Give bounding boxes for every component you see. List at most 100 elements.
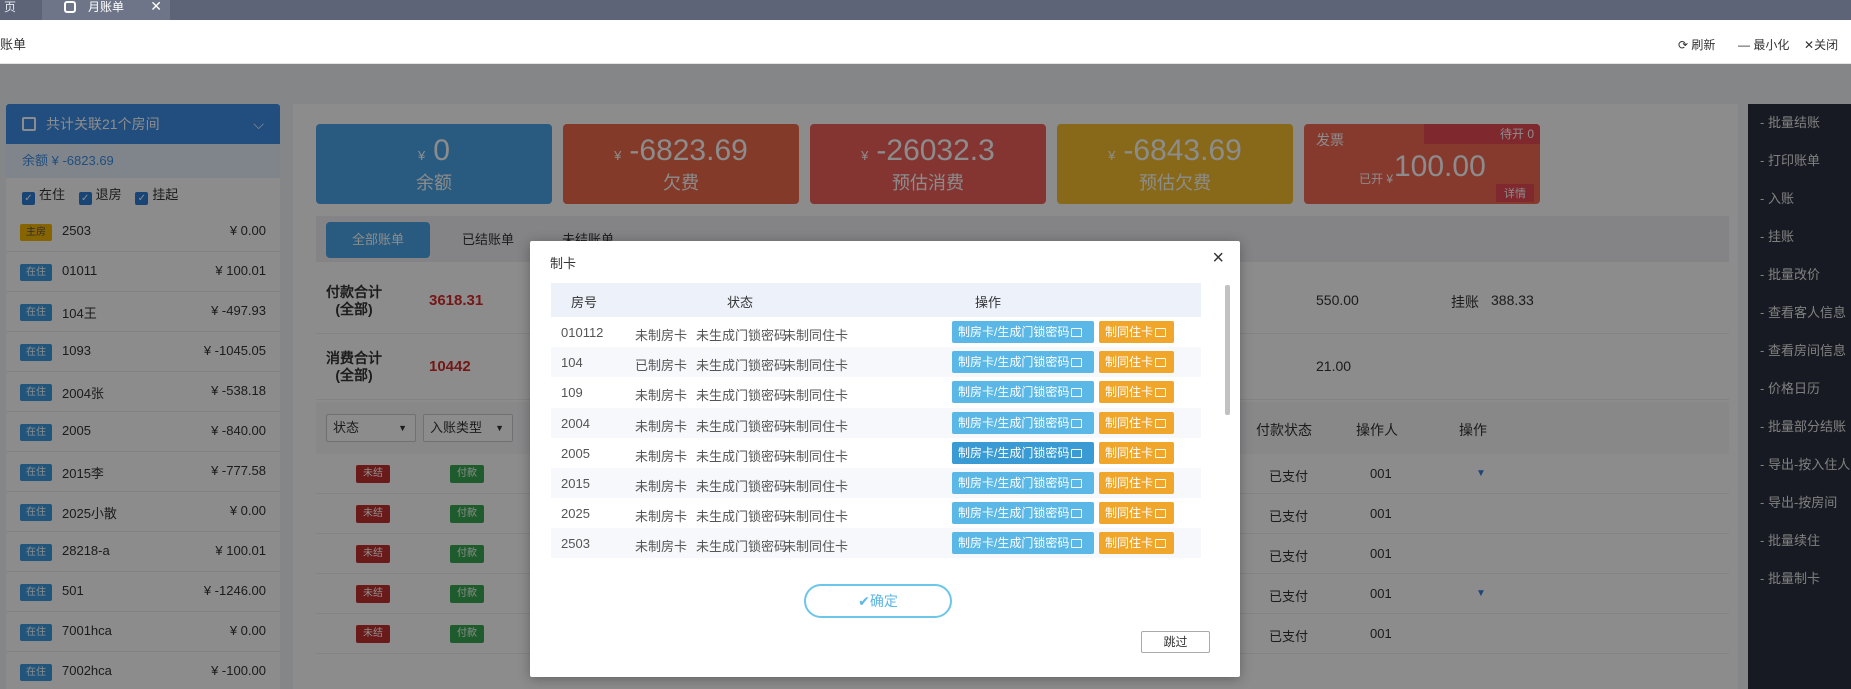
confirm-label: 确定	[869, 593, 898, 609]
same-card-status: 未制同住卡	[783, 509, 849, 525]
make-room-card-label: 制房卡/生成门锁密码	[958, 355, 1070, 370]
make-cohabitant-card-button[interactable]: 制同住卡	[1099, 532, 1174, 555]
tab-home[interactable]: 页	[0, 0, 20, 20]
room-card-status: 已制房卡	[635, 358, 688, 374]
make-room-card-button[interactable]: 制房卡/生成门锁密码	[952, 321, 1094, 343]
make-card-dialog: 制卡 × 房号 状态 操作 010112 未制房卡 未生成门锁密码 未制同住卡 制房卡/…	[530, 241, 1240, 677]
same-card-status: 未制同住卡	[783, 358, 849, 374]
card-table-row: 2503 未制房卡 未生成门锁密码 未制同住卡 制房卡/生成门锁密码 制同住卡	[551, 528, 1201, 559]
lock-password-status: 未生成门锁密码	[696, 479, 788, 494]
card-icon	[1155, 328, 1167, 337]
bill-icon	[64, 1, 76, 13]
lock-password-status: 未生成门锁密码	[696, 358, 788, 374]
scrollbar-thumb[interactable]	[1225, 285, 1230, 415]
make-room-card-button[interactable]: 制房卡/生成门锁密码	[952, 411, 1094, 434]
refresh-button[interactable]: ⟳ 刷新	[1678, 36, 1715, 53]
col-room: 房号	[571, 295, 598, 310]
make-room-card-label: 制房卡/生成门锁密码	[958, 536, 1070, 551]
make-cohabitant-card-label: 制同住卡	[1105, 415, 1154, 430]
room-card-status: 未制房卡	[635, 418, 688, 434]
refresh-icon: ⟳	[1678, 38, 1692, 52]
make-cohabitant-card-label: 制同住卡	[1105, 476, 1154, 490]
same-card-status: 未制同住卡	[783, 479, 849, 494]
minimize-label: 最小化	[1753, 38, 1790, 52]
card-icon	[1071, 418, 1083, 428]
make-cohabitant-card-label: 制同住卡	[1105, 536, 1154, 551]
same-card-status: 未制同住卡	[783, 328, 849, 343]
close-icon: ✕	[1804, 38, 1815, 52]
make-room-card-label: 制房卡/生成门锁密码	[958, 415, 1070, 430]
room-card-status: 未制房卡	[635, 448, 688, 464]
lock-password-status: 未生成门锁密码	[696, 388, 788, 404]
check-icon: ✔	[858, 593, 870, 609]
make-room-card-label: 制房卡/生成门锁密码	[958, 385, 1070, 400]
room-card-status: 未制房卡	[635, 539, 688, 555]
lock-password-status: 未生成门锁密码	[696, 448, 788, 464]
make-room-card-label: 制房卡/生成门锁密码	[958, 445, 1070, 460]
make-cohabitant-card-button[interactable]: 制同住卡	[1099, 381, 1174, 404]
make-cohabitant-card-button[interactable]: 制同住卡	[1099, 351, 1174, 374]
make-cohabitant-card-button[interactable]: 制同住卡	[1099, 321, 1174, 343]
dialog-close-icon[interactable]: ×	[1212, 247, 1224, 270]
card-table-row: 010112 未制房卡 未生成门锁密码 未制同住卡 制房卡/生成门锁密码 制同住卡	[551, 317, 1201, 347]
close-label: 关闭	[1814, 38, 1839, 52]
make-room-card-label: 制房卡/生成门锁密码	[958, 476, 1070, 490]
room-card-status: 未制房卡	[635, 479, 688, 494]
tab-monthly-bill[interactable]: 月账单 ✕	[42, 0, 170, 20]
card-icon	[1155, 479, 1167, 488]
make-room-card-button[interactable]: 制房卡/生成门锁密码	[952, 351, 1094, 374]
col-action: 操作	[975, 295, 1002, 310]
window-title-bar: 账单 ⟳ 刷新 — 最小化 ✕关闭	[0, 20, 1851, 64]
room-number: 104	[561, 355, 583, 371]
same-card-status: 未制同住卡	[783, 448, 849, 464]
top-tab-bar: 页 月账单 ✕	[0, 0, 1851, 20]
room-card-status: 未制房卡	[635, 388, 688, 404]
room-number: 010112	[561, 325, 604, 340]
lock-password-status: 未生成门锁密码	[696, 539, 788, 555]
same-card-status: 未制同住卡	[783, 388, 849, 404]
room-number: 2025	[561, 506, 590, 522]
dialog-scrollbar[interactable]	[1223, 283, 1231, 584]
room-number: 2004	[561, 415, 590, 431]
card-icon	[1071, 539, 1083, 549]
make-room-card-button[interactable]: 制房卡/生成门锁密码	[952, 502, 1094, 525]
room-card-status: 未制房卡	[635, 509, 688, 525]
make-cohabitant-card-label: 制同住卡	[1105, 355, 1154, 370]
card-table-row: 2004 未制房卡 未生成门锁密码 未制同住卡 制房卡/生成门锁密码 制同住卡	[551, 407, 1201, 438]
refresh-label: 刷新	[1691, 38, 1716, 52]
card-icon	[1071, 509, 1083, 519]
card-icon	[1155, 539, 1167, 549]
make-room-card-button[interactable]: 制房卡/生成门锁密码	[952, 441, 1094, 464]
card-table-row: 2015 未制房卡 未生成门锁密码 未制同住卡 制房卡/生成门锁密码 制同住卡	[551, 468, 1201, 498]
tab-label: 月账单	[88, 0, 125, 14]
make-cohabitant-card-button[interactable]: 制同住卡	[1099, 472, 1174, 494]
make-room-card-button[interactable]: 制房卡/生成门锁密码	[952, 381, 1094, 404]
make-room-card-button[interactable]: 制房卡/生成门锁密码	[952, 472, 1094, 494]
make-cohabitant-card-label: 制同住卡	[1105, 445, 1154, 460]
card-table-row: 2005 未制房卡 未生成门锁密码 未制同住卡 制房卡/生成门锁密码 制同住卡	[551, 438, 1201, 468]
col-status: 状态	[727, 295, 754, 310]
make-cohabitant-card-button[interactable]: 制同住卡	[1099, 441, 1174, 464]
same-card-status: 未制同住卡	[783, 539, 849, 555]
card-table: 房号 状态 操作 010112 未制房卡 未生成门锁密码 未制同住卡 制房卡/生成门锁密…	[551, 283, 1201, 584]
confirm-button[interactable]: ✔确定	[804, 584, 952, 618]
card-table-header: 房号 状态 操作	[551, 283, 1201, 317]
card-icon	[1071, 358, 1083, 368]
room-card-status: 未制房卡	[635, 328, 688, 343]
card-table-row: 104 已制房卡 未生成门锁密码 未制同住卡 制房卡/生成门锁密码 制同住卡	[551, 347, 1201, 378]
dialog-title: 制卡	[550, 256, 577, 271]
minimize-button[interactable]: — 最小化	[1738, 36, 1789, 53]
make-cohabitant-card-button[interactable]: 制同住卡	[1099, 502, 1174, 525]
lock-password-status: 未生成门锁密码	[696, 328, 788, 343]
tab-close-icon[interactable]: ✕	[150, 0, 162, 13]
lock-password-status: 未生成门锁密码	[696, 509, 788, 525]
card-icon	[1155, 358, 1167, 368]
close-button[interactable]: ✕关闭	[1804, 36, 1838, 53]
same-card-status: 未制同住卡	[783, 418, 849, 434]
room-number: 109	[561, 385, 583, 401]
make-cohabitant-card-button[interactable]: 制同住卡	[1099, 411, 1174, 434]
skip-button[interactable]: 跳过	[1141, 631, 1210, 653]
make-room-card-label: 制房卡/生成门锁密码	[958, 506, 1070, 521]
make-room-card-button[interactable]: 制房卡/生成门锁密码	[952, 532, 1094, 555]
card-table-row: 2025 未制房卡 未生成门锁密码 未制同住卡 制房卡/生成门锁密码 制同住卡	[551, 498, 1201, 528]
